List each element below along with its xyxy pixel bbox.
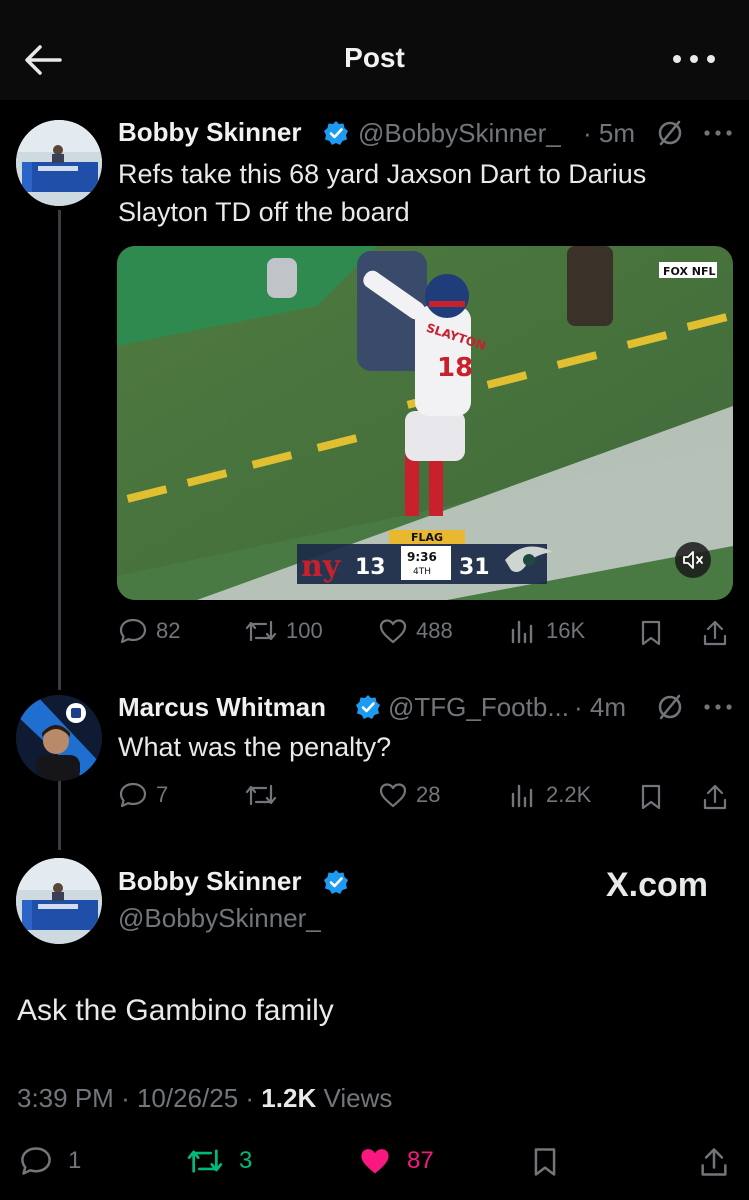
- author-name[interactable]: Bobby Skinner: [118, 866, 301, 897]
- analytics-icon: [511, 784, 533, 808]
- views-count: 16K: [546, 618, 586, 643]
- post-text: What was the penalty?: [118, 732, 392, 762]
- reply-button[interactable]: 82: [118, 616, 180, 646]
- top-bar: Post: [0, 0, 749, 100]
- repost-icon: [187, 1149, 223, 1173]
- heart-filled-icon: [361, 1149, 389, 1174]
- post-time[interactable]: 3:39 PM: [17, 1083, 114, 1113]
- reply-button[interactable]: 1: [18, 1144, 81, 1178]
- bookmark-icon[interactable]: [636, 782, 666, 812]
- views-button[interactable]: 2.2K: [508, 780, 591, 810]
- video-player[interactable]: 18 SLAYTON FOX NFL FLAG ny 13 9:36 4TH 3…: [117, 246, 733, 600]
- author-handle[interactable]: @BobbySkinner_: [118, 903, 321, 934]
- away-score: 31: [459, 555, 490, 580]
- repost-icon: [245, 620, 277, 642]
- avatar[interactable]: [16, 120, 102, 206]
- grok-icon[interactable]: [655, 692, 685, 722]
- bookmark-icon[interactable]: [636, 618, 666, 648]
- verified-badge-icon: [356, 695, 380, 719]
- xcom-watermark: X.com: [606, 866, 709, 904]
- like-count: 488: [416, 618, 453, 643]
- reply-icon: [119, 782, 147, 808]
- repost-button[interactable]: [244, 780, 286, 810]
- author-handle[interactable]: @BobbySkinner_: [358, 118, 561, 149]
- repost-button[interactable]: 100: [244, 616, 323, 646]
- views-count: 2.2K: [546, 782, 592, 807]
- author-name[interactable]: Marcus Whitman: [118, 692, 326, 723]
- more-icon[interactable]: [669, 48, 719, 70]
- quarter: 4TH: [413, 567, 431, 577]
- repost-button[interactable]: 3: [185, 1144, 252, 1178]
- like-button[interactable]: 488: [378, 616, 453, 646]
- reply-count: 82: [156, 618, 181, 643]
- views-count: 1.2K: [261, 1083, 317, 1113]
- reply-icon: [21, 1147, 51, 1175]
- heart-icon: [379, 783, 407, 808]
- verified-badge-icon: [324, 870, 348, 894]
- bookmark-icon[interactable]: [528, 1144, 562, 1180]
- reply-button[interactable]: 7: [118, 780, 168, 810]
- post-time: · 4m: [574, 692, 626, 722]
- post-text: Ask the Gambino family: [17, 994, 334, 1027]
- like-count: 28: [416, 782, 441, 807]
- views-button[interactable]: 16K: [508, 616, 585, 646]
- post-date[interactable]: 10/26/25: [137, 1083, 238, 1113]
- avatar[interactable]: [16, 858, 102, 944]
- game-clock: 9:36: [407, 550, 437, 564]
- home-score: 13: [355, 555, 386, 580]
- jersey-number: 18: [437, 353, 473, 383]
- flag-indicator: FLAG: [411, 531, 443, 544]
- more-icon[interactable]: [702, 700, 734, 714]
- post-meta: 3:39 PM · 10/26/25 · 1.2K Views: [17, 1083, 393, 1113]
- like-button[interactable]: 87: [357, 1144, 434, 1178]
- analytics-icon: [511, 620, 533, 644]
- avatar[interactable]: [16, 695, 102, 781]
- reply-count: 7: [156, 782, 169, 807]
- svg-text:ny: ny: [301, 549, 342, 584]
- repost-icon: [245, 784, 277, 806]
- author-name[interactable]: Bobby Skinner: [118, 117, 301, 148]
- share-icon[interactable]: [700, 618, 730, 648]
- views-label: Views: [323, 1083, 393, 1113]
- like-button[interactable]: 28: [378, 780, 440, 810]
- reply-icon: [119, 618, 147, 644]
- post-text: Refs take this 68 yard Jaxson Dart to Da…: [118, 159, 647, 227]
- verified-badge-icon: [324, 121, 348, 145]
- more-icon[interactable]: [702, 126, 734, 140]
- mute-button[interactable]: [675, 542, 711, 578]
- grok-icon[interactable]: [655, 118, 685, 148]
- like-count: 87: [407, 1147, 434, 1174]
- reply-count: 1: [68, 1147, 82, 1174]
- author-handle[interactable]: @TFG_Footb...: [388, 692, 569, 723]
- share-icon[interactable]: [700, 782, 730, 812]
- network-logo: FOX NFL: [663, 265, 716, 278]
- post-time: · 5m: [583, 118, 635, 148]
- repost-count: 100: [286, 618, 323, 643]
- repost-count: 3: [239, 1147, 253, 1174]
- thread-line: [58, 780, 61, 850]
- thread-line: [58, 210, 61, 690]
- heart-icon: [379, 619, 407, 644]
- page-title: Post: [344, 42, 405, 73]
- share-icon[interactable]: [697, 1144, 731, 1180]
